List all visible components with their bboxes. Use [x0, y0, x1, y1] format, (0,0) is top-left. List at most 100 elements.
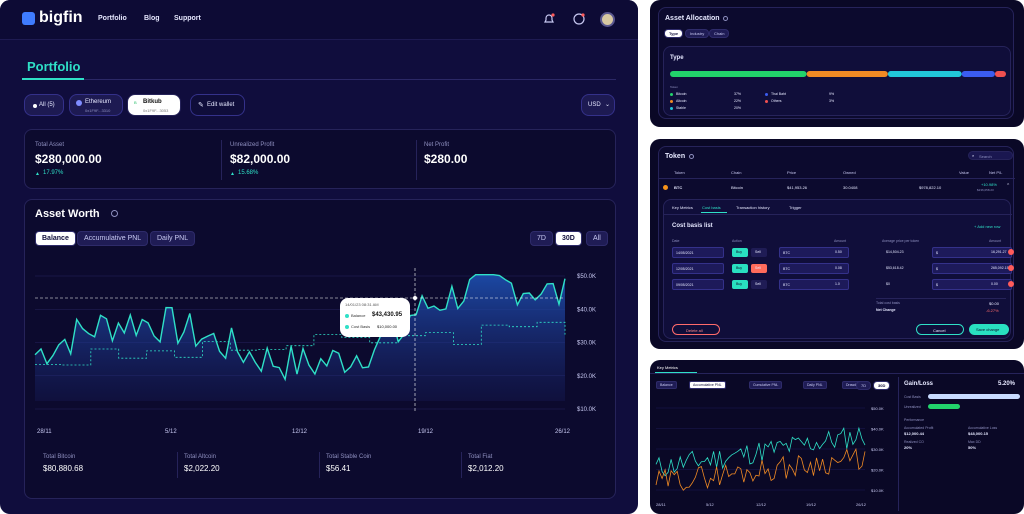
amount-value: 0.50	[835, 250, 842, 254]
pencil-icon: ✎	[198, 102, 204, 109]
tab-trigger[interactable]: Trigger	[789, 205, 802, 210]
cost-basis-bar	[928, 394, 1020, 399]
tooltip-date: 14/01/23 08:31 AM	[345, 302, 379, 307]
avg-price: $14,504.23	[886, 250, 904, 254]
total-asset-change: 17.97%	[43, 170, 64, 176]
logo-text[interactable]: bigfin	[39, 9, 83, 27]
search-input[interactable]: ⌕ Search	[968, 151, 1013, 160]
metrics-tab[interactable]: Balance	[656, 381, 677, 389]
sell-toggle[interactable]: Sell	[751, 248, 767, 257]
avatar[interactable]	[600, 12, 615, 27]
metrics-tab[interactable]: Cumulative PNL	[749, 381, 783, 389]
column-header: Date	[672, 239, 680, 243]
tab-divider	[664, 214, 1012, 215]
balance-dot-icon	[345, 314, 349, 318]
x-tick-label: 19/12	[418, 429, 434, 435]
total-input[interactable]: $	[932, 279, 1012, 290]
buy-toggle[interactable]: Buy	[732, 280, 748, 289]
tab-key-metrics[interactable]: Key Metrics	[657, 365, 678, 370]
edit-wallet-button[interactable]: ✎ Edit wallet	[190, 94, 245, 116]
y-tick-label: $40.0K	[871, 427, 884, 432]
remove-icon[interactable]	[1008, 249, 1014, 255]
range-7d[interactable]: 7D	[856, 381, 872, 390]
net-change-label: Net Change	[876, 308, 896, 312]
info-icon[interactable]	[723, 16, 728, 21]
column-header: Price	[787, 170, 797, 175]
nav-link-blog[interactable]: Blog	[144, 15, 160, 22]
cancel-button[interactable]: Cancel	[916, 324, 964, 335]
divider	[461, 452, 462, 478]
allocation-segment[interactable]	[887, 71, 962, 77]
stat-value: 20%	[904, 445, 913, 450]
tab-chain[interactable]: Chain	[709, 29, 730, 38]
tab-balance[interactable]: Balance	[35, 231, 76, 246]
wallet-bitkub-button[interactable]: B Bitkub 0x1F9F...3053	[127, 94, 181, 116]
range-all[interactable]: All	[586, 231, 608, 246]
save-change-button[interactable]: Save change	[969, 324, 1009, 335]
range-30d[interactable]: 30D	[555, 231, 582, 246]
metrics-tab[interactable]: Accumulative PNL	[689, 381, 726, 389]
metrics-tab[interactable]: Daily PNL	[803, 381, 827, 389]
range-7d[interactable]: 7D	[530, 231, 553, 246]
cancel-label: Cancel	[933, 328, 946, 333]
divider	[319, 452, 320, 478]
x-tick-label: 12/12	[292, 429, 308, 435]
tab-accumulative-pnl[interactable]: Accumulative PNL	[77, 231, 149, 246]
sell-toggle[interactable]: Sell	[751, 280, 767, 289]
nav-link-portfolio[interactable]: Portfolio	[98, 15, 127, 22]
total-stable-value: $56.41	[326, 464, 351, 473]
column-header: Chain	[731, 170, 742, 175]
tab-daily-pnl[interactable]: Daily PNL	[150, 231, 196, 246]
cost-basis-label: Cost Basis	[904, 395, 921, 399]
wallet-ethereum-button[interactable]: Ethereum 0x1F9F...3310	[69, 94, 123, 116]
y-tick-label: $40.0K	[577, 307, 596, 313]
allocation-segment[interactable]	[961, 71, 995, 77]
stat-value: $48,000.15	[968, 431, 989, 436]
token-price: $41,953.26	[787, 185, 808, 190]
token-row[interactable]: BTC Bitcoin $41,953.26 30.0408 $978,822.…	[659, 181, 1015, 195]
tab-industry[interactable]: Industry	[685, 29, 710, 38]
date-input[interactable]: 12/05/2021	[672, 263, 724, 274]
buy-toggle[interactable]: Buy	[732, 248, 748, 257]
total-value: 265,092.15	[991, 266, 1009, 270]
tab-type[interactable]: Type	[664, 29, 684, 38]
allocation-segment[interactable]	[670, 71, 807, 77]
allocation-segment[interactable]	[806, 71, 888, 77]
nav-link-support[interactable]: Support	[174, 15, 201, 22]
date-input[interactable]: 09/05/2021	[672, 279, 724, 290]
allocation-segment[interactable]	[994, 71, 1006, 77]
buy-toggle[interactable]: Buy	[732, 264, 748, 273]
asset-worth-title: Asset Worth	[35, 208, 100, 220]
wallet-all-button[interactable]: All (5)	[24, 94, 64, 116]
allocation-bar[interactable]	[670, 69, 1006, 79]
sell-toggle[interactable]: Sell	[751, 264, 767, 273]
date-input[interactable]: 14/05/2021	[672, 247, 724, 258]
chat-icon[interactable]	[572, 12, 586, 26]
chart-tooltip: 14/01/23 08:31 AM Balance $43,430.95 Cos…	[340, 298, 410, 337]
tab-cost-basis[interactable]: Cost basis	[702, 205, 721, 210]
tab-divider	[650, 373, 1024, 374]
x-tick-label: 28/11	[656, 502, 666, 507]
delete-all-button[interactable]: Delete all	[672, 324, 720, 335]
info-icon[interactable]	[689, 154, 694, 159]
metrics-chart[interactable]: $50.0K $40.0K $30.0K $20.0K $10.0K 28/11 5/12 1…	[650, 394, 896, 512]
totals-row: Total Bitcoin $80,880.68 Total Altcoin $…	[25, 446, 617, 496]
stat-label: Max DD	[968, 440, 981, 444]
legend-pct: 3%	[829, 99, 835, 103]
bell-icon[interactable]	[542, 12, 556, 26]
search-placeholder: Search	[979, 154, 992, 159]
tab-transaction-history[interactable]: Transaction history	[736, 205, 770, 210]
currency-select[interactable]: USD ⌄	[581, 94, 615, 116]
y-tick-label: $30.0K	[871, 447, 884, 452]
add-row-button[interactable]: + Add new row	[974, 224, 1000, 229]
wallet-ethereum-addr: 0x1F9F...3310	[85, 108, 111, 113]
remove-icon[interactable]	[1008, 281, 1014, 287]
asset-worth-chart[interactable]: $50.0K $40.0K $30.0K $20.0K $10.0K 28/11 5/12 1…	[25, 256, 617, 446]
unrealized-profit-value: $82,000.00	[230, 152, 291, 166]
info-icon[interactable]	[111, 210, 118, 217]
range-30d[interactable]: 30D	[873, 381, 891, 390]
remove-icon[interactable]	[1008, 265, 1014, 271]
tab-key-metrics[interactable]: Key Metrics	[672, 205, 693, 210]
chevron-up-icon[interactable]: ⌃	[1006, 183, 1010, 189]
wallet-ethereum-name: Ethereum	[85, 99, 112, 105]
